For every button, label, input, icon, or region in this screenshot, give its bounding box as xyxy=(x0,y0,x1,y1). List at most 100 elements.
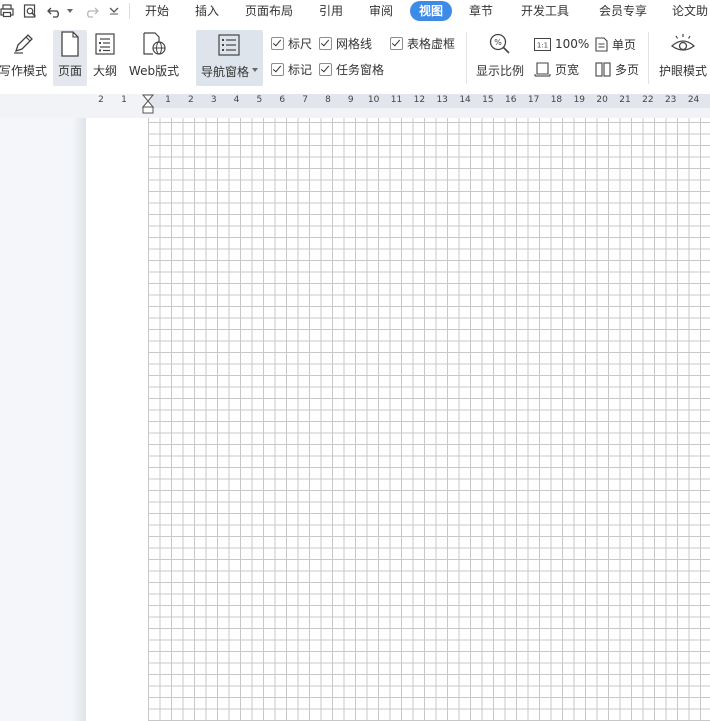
ruler-label: 9 xyxy=(347,95,354,105)
checkbox-checked-icon xyxy=(271,36,284,50)
ruler-checkbox[interactable]: 标尺 xyxy=(271,35,312,51)
page-icon xyxy=(53,30,87,58)
indent-marker-icon[interactable] xyxy=(141,94,155,118)
multi-page-label: 多页 xyxy=(615,62,640,77)
zoom-icon: % xyxy=(474,30,526,58)
single-page-button[interactable]: 单页 xyxy=(595,35,636,53)
tab-references[interactable]: 引用 xyxy=(319,2,343,21)
outline-view-button[interactable]: 大纲 xyxy=(90,30,120,86)
tab-developer-tools[interactable]: 开发工具 xyxy=(521,2,569,21)
gridlines-checkbox[interactable]: 网格线 xyxy=(319,35,372,51)
ruler-label: 17 xyxy=(527,95,540,105)
task-pane-checkbox-label: 任务窗格 xyxy=(336,62,385,77)
svg-text:%: % xyxy=(494,38,502,47)
task-pane-checkbox[interactable]: 任务窗格 xyxy=(319,61,384,77)
marks-checkbox[interactable]: 标记 xyxy=(271,61,312,77)
page-width-label: 页宽 xyxy=(555,62,580,77)
page-view-label: 页面 xyxy=(57,64,82,78)
ruler-label: 2 xyxy=(187,95,194,105)
ruler-label: 23 xyxy=(664,95,677,105)
ruler-label: 15 xyxy=(482,95,494,105)
tab-review[interactable]: 审阅 xyxy=(369,2,393,21)
ruler-label: 19 xyxy=(573,95,586,105)
tab-page-layout[interactable]: 页面布局 xyxy=(245,2,293,21)
ruler-label: 5 xyxy=(256,95,263,105)
marks-checkbox-label: 标记 xyxy=(288,62,313,77)
ruler-label: 8 xyxy=(325,95,331,105)
ribbon-separator xyxy=(648,32,649,84)
ruler-label: 22 xyxy=(642,95,654,105)
ruler-label: 20 xyxy=(596,95,608,105)
single-page-icon xyxy=(595,36,608,52)
ruler-checkbox-label: 标尺 xyxy=(288,36,313,51)
zoom-label: 显示比例 xyxy=(475,64,524,78)
pen-icon xyxy=(0,30,48,58)
zoom-100-label: 100% xyxy=(555,37,590,51)
table-gridlines-checkbox[interactable]: 表格虚框 xyxy=(390,35,455,51)
view-ribbon: 写作模式 页面 大纲 Web版式 导航窗格 标尺 网格线 表格虚框 标记 任务窗… xyxy=(0,24,710,94)
one-to-one-icon: 1:1 xyxy=(534,37,551,51)
ruler-label: 10 xyxy=(367,95,380,105)
multi-page-button[interactable]: 多页 xyxy=(595,60,639,78)
ruler-label: 7 xyxy=(302,95,308,105)
ruler-label: 12 xyxy=(413,95,426,105)
web-layout-button[interactable]: Web版式 xyxy=(126,30,182,86)
eye-protection-label: 护眼模式 xyxy=(658,64,707,78)
page-width-button[interactable]: 页宽 xyxy=(534,60,579,78)
redo-icon[interactable] xyxy=(82,2,100,20)
print-icon[interactable] xyxy=(0,2,14,20)
web-layout-icon xyxy=(126,30,182,58)
print-preview-icon[interactable] xyxy=(22,2,38,20)
zoom-100-button[interactable]: 1:1 100% xyxy=(534,35,589,53)
single-page-label: 单页 xyxy=(612,37,637,52)
page-gridlines[interactable] xyxy=(148,118,710,721)
tab-member-exclusive[interactable]: 会员专享 xyxy=(599,2,647,21)
ruler-label: 1 xyxy=(165,95,171,105)
ruler-label: 18 xyxy=(550,95,563,105)
ruler-label: 13 xyxy=(436,95,448,105)
tab-view[interactable]: 视图 xyxy=(410,1,453,21)
ruler-label: 1 xyxy=(121,95,127,105)
web-layout-label: Web版式 xyxy=(128,64,180,78)
eye-protection-button[interactable]: 护眼模式 xyxy=(656,30,710,86)
writing-mode-label: 写作模式 xyxy=(0,64,47,78)
customize-dropdown-icon[interactable] xyxy=(108,2,120,20)
gridlines-checkbox-label: 网格线 xyxy=(336,36,373,51)
ruler-label: 14 xyxy=(459,95,471,105)
undo-icon[interactable] xyxy=(46,2,64,20)
checkbox-checked-icon xyxy=(319,62,332,76)
writing-mode-button[interactable]: 写作模式 xyxy=(0,30,48,86)
ruler-label: 21 xyxy=(619,95,631,105)
ribbon-separator xyxy=(466,32,467,84)
ruler-label: 11 xyxy=(390,95,403,105)
undo-dropdown-icon[interactable] xyxy=(66,2,74,20)
chevron-down-icon xyxy=(252,68,258,72)
tab-home[interactable]: 开始 xyxy=(145,2,169,21)
wps-writer-window: 开始 插入 页面布局 引用 审阅 视图 章节 开发工具 会员专享 论文助 写作模… xyxy=(0,0,710,721)
navigation-pane-button[interactable]: 导航窗格 xyxy=(196,30,263,86)
menu-bar: 开始 插入 页面布局 引用 审阅 视图 章节 开发工具 会员专享 论文助 xyxy=(0,0,710,24)
ruler-label: 24 xyxy=(687,95,700,105)
outline-icon xyxy=(90,30,120,58)
ruler-label: 3 xyxy=(210,95,217,105)
ruler-label: 16 xyxy=(505,95,517,105)
navigation-pane-icon xyxy=(218,34,240,60)
page-width-icon xyxy=(534,61,551,77)
svg-text:1:1: 1:1 xyxy=(537,41,548,49)
checkbox-checked-icon xyxy=(390,36,403,50)
eye-icon xyxy=(656,30,710,58)
tab-insert[interactable]: 插入 xyxy=(195,2,219,21)
ruler-label: 4 xyxy=(233,95,240,105)
ruler-label: 2 xyxy=(98,95,104,105)
page-view-button[interactable]: 页面 xyxy=(53,30,87,86)
navigation-pane-label: 导航窗格 xyxy=(201,65,250,79)
table-gridlines-checkbox-label: 表格虚框 xyxy=(407,36,456,51)
tab-chapter[interactable]: 章节 xyxy=(469,2,493,21)
checkbox-checked-icon xyxy=(271,62,284,76)
page-shadow xyxy=(72,118,86,721)
zoom-button[interactable]: % 显示比例 xyxy=(474,30,526,86)
multi-page-icon xyxy=(595,61,611,77)
ruler-label: 6 xyxy=(279,95,286,105)
tab-thesis-assistant[interactable]: 论文助 xyxy=(672,2,708,21)
horizontal-ruler[interactable]: 2 1 1 2 3 4 5 6 7 8 9 10 11 12 13 14 15 16 17 18 19 20 21 22 2… xyxy=(0,94,710,118)
